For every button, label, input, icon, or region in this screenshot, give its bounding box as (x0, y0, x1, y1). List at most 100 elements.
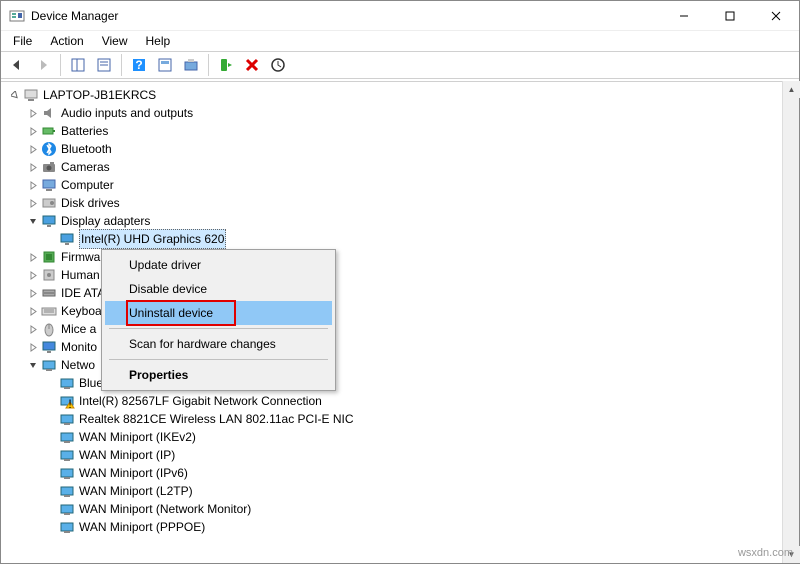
expand-icon[interactable] (27, 107, 39, 119)
window-buttons (661, 1, 799, 30)
menu-file[interactable]: File (5, 32, 40, 50)
tree-item-label: Netwo (61, 356, 95, 374)
audio-icon (41, 105, 57, 121)
net-icon (59, 483, 75, 499)
expand-icon[interactable] (27, 323, 39, 335)
tree-item[interactable]: Disk drives (9, 194, 799, 212)
toolbar: ? (1, 51, 799, 79)
tree-item-label: WAN Miniport (IP) (79, 446, 175, 464)
net-icon (59, 447, 75, 463)
menubar: File Action View Help (1, 31, 799, 51)
tree-item[interactable]: Computer (9, 176, 799, 194)
tree-item[interactable]: WAN Miniport (PPPOE) (9, 518, 799, 536)
context-menu-item[interactable]: Update driver (105, 253, 332, 277)
expand-icon[interactable] (27, 269, 39, 281)
scan-button[interactable] (179, 53, 203, 77)
help-button[interactable]: ? (127, 53, 151, 77)
context-menu-item[interactable]: Disable device (105, 277, 332, 301)
context-menu-separator (109, 359, 328, 360)
expand-icon[interactable] (27, 197, 39, 209)
hid-icon (41, 267, 57, 283)
context-menu: Update driverDisable deviceUninstall dev… (101, 249, 336, 391)
window-title: Device Manager (31, 9, 661, 23)
menu-action[interactable]: Action (42, 32, 91, 50)
net-icon (59, 429, 75, 445)
minimize-button[interactable] (661, 1, 707, 31)
vertical-scrollbar[interactable]: ▲ ▼ (782, 81, 799, 563)
tree-item-label: Bluetooth (61, 140, 112, 158)
tree-item[interactable]: Cameras (9, 158, 799, 176)
app-icon (9, 8, 25, 24)
computer-icon (41, 177, 57, 193)
expand-icon[interactable] (9, 89, 21, 101)
tree-item[interactable]: WAN Miniport (IPv6) (9, 464, 799, 482)
forward-button[interactable] (31, 53, 55, 77)
collapse-icon[interactable] (27, 359, 39, 371)
computer-icon (23, 87, 39, 103)
tree-item-label: WAN Miniport (IKEv2) (79, 428, 196, 446)
display-icon (59, 231, 75, 247)
action-button[interactable] (153, 53, 177, 77)
update-button[interactable] (266, 53, 290, 77)
tree-item[interactable]: Bluetooth (9, 140, 799, 158)
tree-item[interactable]: Audio inputs and outputs (9, 104, 799, 122)
scroll-up-button[interactable]: ▲ (783, 81, 800, 98)
tree-item[interactable]: !Intel(R) 82567LF Gigabit Network Connec… (9, 392, 799, 410)
keyboard-icon (41, 303, 57, 319)
scroll-track[interactable] (783, 98, 799, 546)
tree-item-label: Batteries (61, 122, 108, 140)
expand-icon[interactable] (27, 125, 39, 137)
expand-icon[interactable] (27, 305, 39, 317)
uninstall-button[interactable] (240, 53, 264, 77)
context-menu-item[interactable]: Scan for hardware changes (105, 332, 332, 356)
tree-item-label: Human (61, 266, 100, 284)
battery-icon (41, 123, 57, 139)
tree-item-label: Firmwa (61, 248, 100, 266)
menu-help[interactable]: Help (138, 32, 179, 50)
tree-item[interactable]: Intel(R) UHD Graphics 620 (9, 230, 799, 248)
net-warn-icon: ! (59, 393, 75, 409)
disk-icon (41, 195, 57, 211)
tree-item[interactable]: Realtek 8821CE Wireless LAN 802.11ac PCI… (9, 410, 799, 428)
tree-root-label: LAPTOP-JB1EKRCS (43, 86, 156, 104)
watermark: wsxdn.com (738, 547, 793, 559)
tree-item[interactable]: WAN Miniport (Network Monitor) (9, 500, 799, 518)
maximize-button[interactable] (707, 1, 753, 31)
tree-item-label: Disk drives (61, 194, 120, 212)
expand-icon[interactable] (27, 251, 39, 263)
net-icon (59, 375, 75, 391)
tree-item-label: Realtek 8821CE Wireless LAN 802.11ac PCI… (79, 410, 354, 428)
tree-item[interactable]: WAN Miniport (IP) (9, 446, 799, 464)
menu-view[interactable]: View (94, 32, 136, 50)
net-icon (59, 411, 75, 427)
expand-icon[interactable] (27, 143, 39, 155)
titlebar: Device Manager (1, 1, 799, 31)
tree-item-label: Computer (61, 176, 114, 194)
mouse-icon (41, 321, 57, 337)
tree-item[interactable]: Display adapters (9, 212, 799, 230)
net-icon (59, 501, 75, 517)
properties-button[interactable] (92, 53, 116, 77)
enable-button[interactable] (214, 53, 238, 77)
expand-icon[interactable] (27, 179, 39, 191)
tree-item[interactable]: WAN Miniport (L2TP) (9, 482, 799, 500)
back-button[interactable] (5, 53, 29, 77)
context-menu-separator (109, 328, 328, 329)
tree-item[interactable]: Batteries (9, 122, 799, 140)
context-menu-item[interactable]: Properties (105, 363, 332, 387)
monitor-icon (41, 339, 57, 355)
context-menu-item[interactable]: Uninstall device (105, 301, 332, 325)
tree-item-label: WAN Miniport (IPv6) (79, 464, 188, 482)
collapse-icon[interactable] (27, 215, 39, 227)
expand-icon[interactable] (27, 161, 39, 173)
tree-item[interactable]: WAN Miniport (IKEv2) (9, 428, 799, 446)
firmware-icon (41, 249, 57, 265)
close-button[interactable] (753, 1, 799, 31)
display-icon (41, 213, 57, 229)
expand-icon[interactable] (27, 287, 39, 299)
show-hide-tree-button[interactable] (66, 53, 90, 77)
expand-icon[interactable] (27, 341, 39, 353)
toolbar-separator (121, 54, 122, 76)
tree-root[interactable]: LAPTOP-JB1EKRCS (9, 86, 799, 104)
svg-text:!: ! (68, 397, 71, 409)
